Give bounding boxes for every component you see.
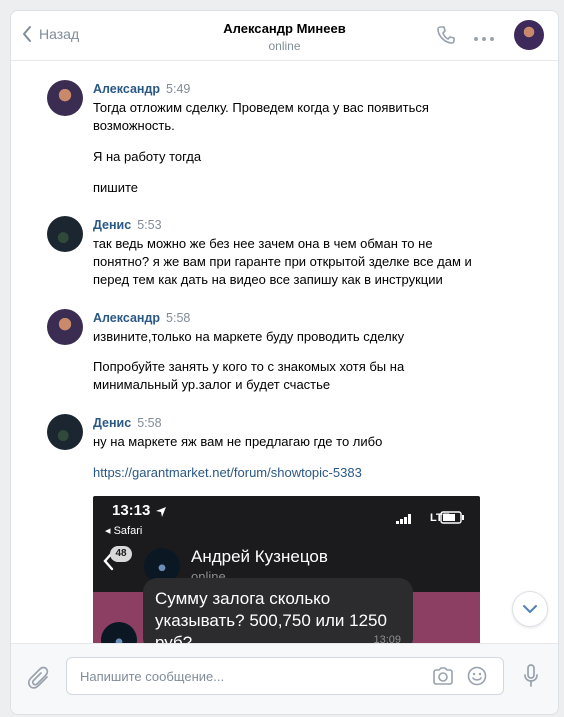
author-name[interactable]: Александр — [93, 82, 160, 96]
phone-clock: 13:13 — [112, 502, 151, 519]
phone-icon[interactable] — [436, 25, 456, 50]
message-text: https://garantmarket.net/forum/showtopic… — [93, 464, 493, 482]
chat-background: Сумму залога сколько указывать? 500,750 … — [93, 578, 480, 644]
avatar[interactable] — [47, 80, 83, 116]
unread-badge: 48 — [110, 546, 132, 562]
avatar[interactable] — [47, 309, 83, 345]
battery-icon — [440, 511, 464, 524]
message-text: так ведь можно же без нее зачем она в че… — [93, 235, 513, 289]
message-time[interactable]: 5:58 — [137, 416, 161, 430]
smile-icon[interactable] — [467, 666, 487, 691]
text-line: возможность. — [93, 118, 175, 133]
text-line: Попробуйте занять у кого то с знакомых х… — [93, 359, 405, 374]
text-line: Тогда отложим сделку. Проведем когда у в… — [93, 100, 429, 115]
chat-window: Назад Александр Минеев online Александр 5… — [10, 10, 559, 715]
microphone-icon[interactable] — [523, 664, 539, 693]
message-text: Попробуйте занять у кого то с знакомых х… — [93, 358, 493, 394]
message-meta: Александр 5:49 — [93, 82, 190, 96]
location-arrow-icon — [156, 507, 166, 517]
contact-avatar[interactable] — [514, 20, 544, 50]
signal-icon — [396, 514, 411, 524]
chevron-down-icon — [523, 605, 537, 613]
avatar[interactable] — [47, 414, 83, 450]
message-meta: Александр 5:58 — [93, 311, 190, 325]
more-dots-icon[interactable] — [473, 30, 495, 48]
back-to-app: ◂ Safari — [105, 525, 143, 537]
bubble-text: Сумму залога сколько указывать? 500,750 … — [155, 589, 387, 644]
chat-header: Назад Александр Минеев online — [11, 11, 558, 61]
camera-icon[interactable] — [432, 667, 454, 690]
paperclip-icon[interactable] — [27, 666, 50, 695]
message-time[interactable]: 5:49 — [166, 82, 190, 96]
message-text: Тогда отложим сделку. Проведем когда у в… — [93, 99, 493, 135]
author-name[interactable]: Денис — [93, 416, 131, 430]
contact-name: Андрей Кузнецов — [191, 547, 328, 566]
author-name[interactable]: Александр — [93, 311, 160, 325]
message-meta: Денис 5:58 — [93, 416, 162, 430]
avatar[interactable] — [47, 216, 83, 252]
message-text: ну на маркете яж вам не предлагаю где то… — [93, 434, 383, 449]
message-history: Александр 5:49 Тогда отложим сделку. Пров… — [11, 62, 558, 644]
message-text: пишите — [93, 180, 139, 195]
text-line: перед тем как дать на видео все запишу к… — [93, 272, 443, 287]
message-time[interactable]: 5:58 — [166, 311, 190, 325]
text-line: минимальный ур.залог и будет счастье — [93, 377, 331, 392]
avatar — [101, 622, 137, 644]
message-composer — [11, 643, 558, 714]
message-bubble: Сумму залога сколько указывать? 500,750 … — [143, 578, 413, 644]
text-line: понятно? я же вам при гаранте при открыт… — [93, 254, 472, 269]
scroll-to-bottom-button[interactable] — [512, 591, 548, 627]
message-text: Я на работу тогда — [93, 149, 202, 164]
screenshot-attachment[interactable]: 13:13 ◂ Safari LTE 48 Андрей Кузнецов on… — [93, 496, 480, 644]
message-time[interactable]: 5:53 — [137, 218, 161, 232]
message-link[interactable]: https://garantmarket.net/forum/showtopic… — [93, 465, 362, 480]
message-text: извините,только на маркете буду проводит… — [93, 329, 405, 344]
text-line: так ведь можно же без нее зачем она в че… — [93, 236, 433, 251]
author-name[interactable]: Денис — [93, 218, 131, 232]
message-meta: Денис 5:53 — [93, 218, 162, 232]
